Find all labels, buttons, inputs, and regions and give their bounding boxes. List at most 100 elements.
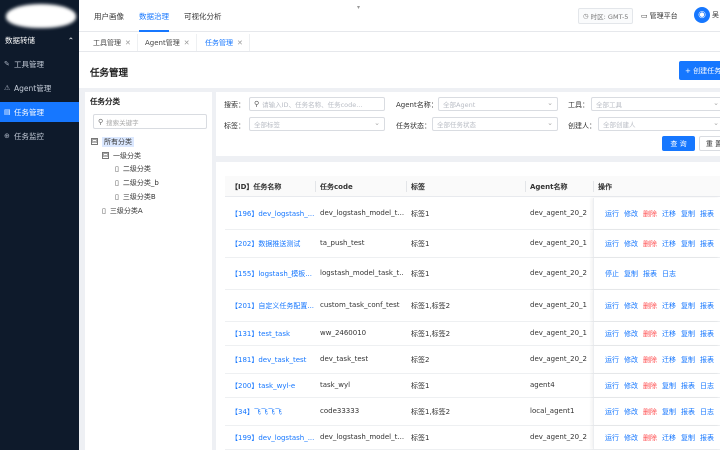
delete-link[interactable]: 删除 [643,329,657,339]
tree-node-level3-b[interactable]: ▯ 三级分类B [115,191,156,202]
reset-button[interactable]: 重 置 [699,136,720,151]
copy-link[interactable]: 复制 [662,407,676,417]
edit-link[interactable]: 修改 [624,329,638,339]
task-name-link[interactable]: 【200】task_wyl-e [231,381,315,391]
collapse-icon[interactable]: ⊟ [91,138,98,145]
tool-select[interactable]: 全部工具 ⌄ [591,97,720,111]
tree-node-level3-a[interactable]: ▯ 三级分类A [102,205,143,216]
copy-link[interactable]: 复制 [681,209,695,219]
run-link[interactable]: 运行 [605,209,619,219]
top-nav-visual-analysis[interactable]: 可视化分析 [184,0,222,32]
migrate-link[interactable]: 迁移 [662,329,676,339]
copy-link[interactable]: 复制 [624,269,638,279]
log-link[interactable]: 日志 [700,381,714,391]
tag-select[interactable]: 全部标签 ⌄ [249,117,385,131]
delete-link[interactable]: 删除 [643,301,657,311]
sidebar-item-tasks[interactable]: ▤ 任务管理 [0,102,79,122]
agent-select[interactable]: 全部Agent ⌄ [438,97,558,111]
edit-link[interactable]: 修改 [624,209,638,219]
delete-link[interactable]: 删除 [643,381,657,391]
top-nav-user-profile[interactable]: 用户画像 [94,0,124,32]
run-link[interactable]: 运行 [605,433,619,443]
run-link[interactable]: 运行 [605,381,619,391]
run-link[interactable]: 运行 [605,355,619,365]
migrate-link[interactable]: 迁移 [662,355,676,365]
task-name-link[interactable]: 【201】自定义任务配置... [231,301,315,311]
search-input[interactable]: ⚲ 请输入ID、任务名称、任务code... [249,97,385,111]
tree-node-all[interactable]: ⊟ 所有分类 [91,136,134,147]
close-icon[interactable]: ✕ [184,39,190,47]
sidebar-item-tools[interactable]: ✎ 工具管理 [0,54,79,74]
tree-node-level2-b[interactable]: ▯ 二级分类_b [115,177,159,188]
task-name-link[interactable]: 【181】dev_task_test [231,355,315,365]
migrate-link[interactable]: 迁移 [662,239,676,249]
run-link[interactable]: 运行 [605,301,619,311]
report-link[interactable]: 报表 [681,407,695,417]
user-name[interactable]: 吴 [712,10,719,20]
edit-link[interactable]: 修改 [624,381,638,391]
task-name-link[interactable]: 【131】test_task [231,329,315,339]
edit-link[interactable]: 修改 [624,355,638,365]
report-link[interactable]: 报表 [700,239,714,249]
delete-link[interactable]: 删除 [643,433,657,443]
sidebar-item-agent[interactable]: ⚠ Agent管理 [0,78,79,98]
edit-link[interactable]: 修改 [624,301,638,311]
run-link[interactable]: 运行 [605,329,619,339]
task-name-link[interactable]: 【155】logstash_模板... [231,269,315,279]
task-name-link[interactable]: 【202】数据推送测试 [231,239,315,249]
delete-link[interactable]: 删除 [643,239,657,249]
tree-node-level1[interactable]: ⊟ 一级分类 [102,150,141,161]
creator-select[interactable]: 全部创建人 ⌄ [598,117,720,131]
delete-link[interactable]: 删除 [643,209,657,219]
task-name-link[interactable]: 【199】dev_logstash_... [231,433,315,443]
task-name-link[interactable]: 【34】飞飞飞飞 [231,407,315,417]
copy-link[interactable]: 复制 [681,239,695,249]
category-search-input[interactable]: ⚲ 搜索关键字 [93,114,207,129]
migrate-link[interactable]: 迁移 [662,301,676,311]
copy-link[interactable]: 复制 [681,301,695,311]
tab-tasks[interactable]: 任务管理 ✕ [199,34,250,51]
query-button[interactable]: 查 询 [662,136,695,151]
management-platform-link[interactable]: ▭ 管理平台 [641,8,678,24]
report-link[interactable]: 报表 [643,269,657,279]
status-select[interactable]: 全部任务状态 ⌄ [432,117,558,131]
report-link[interactable]: 报表 [700,355,714,365]
copy-link[interactable]: 复制 [681,329,695,339]
delete-link[interactable]: 删除 [643,355,657,365]
top-nav-data-governance[interactable]: 数据治理 [139,0,169,32]
search-label: 搜索： [224,101,245,109]
avatar[interactable]: ◉ [694,7,710,23]
collapse-icon[interactable]: ⊟ [102,152,109,159]
tab-tools[interactable]: 工具管理 ✕ [87,34,138,51]
report-link[interactable]: 报表 [700,329,714,339]
chevron-down-icon[interactable]: ▾ [357,4,360,11]
delete-link[interactable]: 删除 [643,407,657,417]
close-icon[interactable]: ✕ [237,39,243,47]
sidebar-group-header[interactable]: 数据转储 ⌃ [0,32,79,48]
task-name-link[interactable]: 【196】dev_logstash_... [231,209,315,219]
edit-link[interactable]: 修改 [624,433,638,443]
sidebar-item-monitor[interactable]: ⊕ 任务监控 [0,126,79,146]
close-icon[interactable]: ✕ [125,39,131,47]
migrate-link[interactable]: 迁移 [662,209,676,219]
edit-link[interactable]: 修改 [624,239,638,249]
edit-link[interactable]: 修改 [624,407,638,417]
log-link[interactable]: 日志 [700,407,714,417]
log-link[interactable]: 日志 [662,269,676,279]
report-link[interactable]: 报表 [700,301,714,311]
report-link[interactable]: 报表 [700,433,714,443]
tree-node-level2[interactable]: ▯ 二级分类 [115,163,151,174]
create-task-button[interactable]: + 创建任务 [679,61,720,80]
timezone-selector[interactable]: ◷ 时区: GMT-5 [578,8,634,24]
copy-link[interactable]: 复制 [681,355,695,365]
stop-link[interactable]: 停止 [605,269,619,279]
run-link[interactable]: 运行 [605,239,619,249]
task-code: ww_2460010 [320,329,367,337]
report-link[interactable]: 报表 [700,209,714,219]
migrate-link[interactable]: 迁移 [662,433,676,443]
run-link[interactable]: 运行 [605,407,619,417]
report-link[interactable]: 报表 [681,381,695,391]
tab-agent[interactable]: Agent管理 ✕ [139,34,197,51]
copy-link[interactable]: 复制 [662,381,676,391]
copy-link[interactable]: 复制 [681,433,695,443]
